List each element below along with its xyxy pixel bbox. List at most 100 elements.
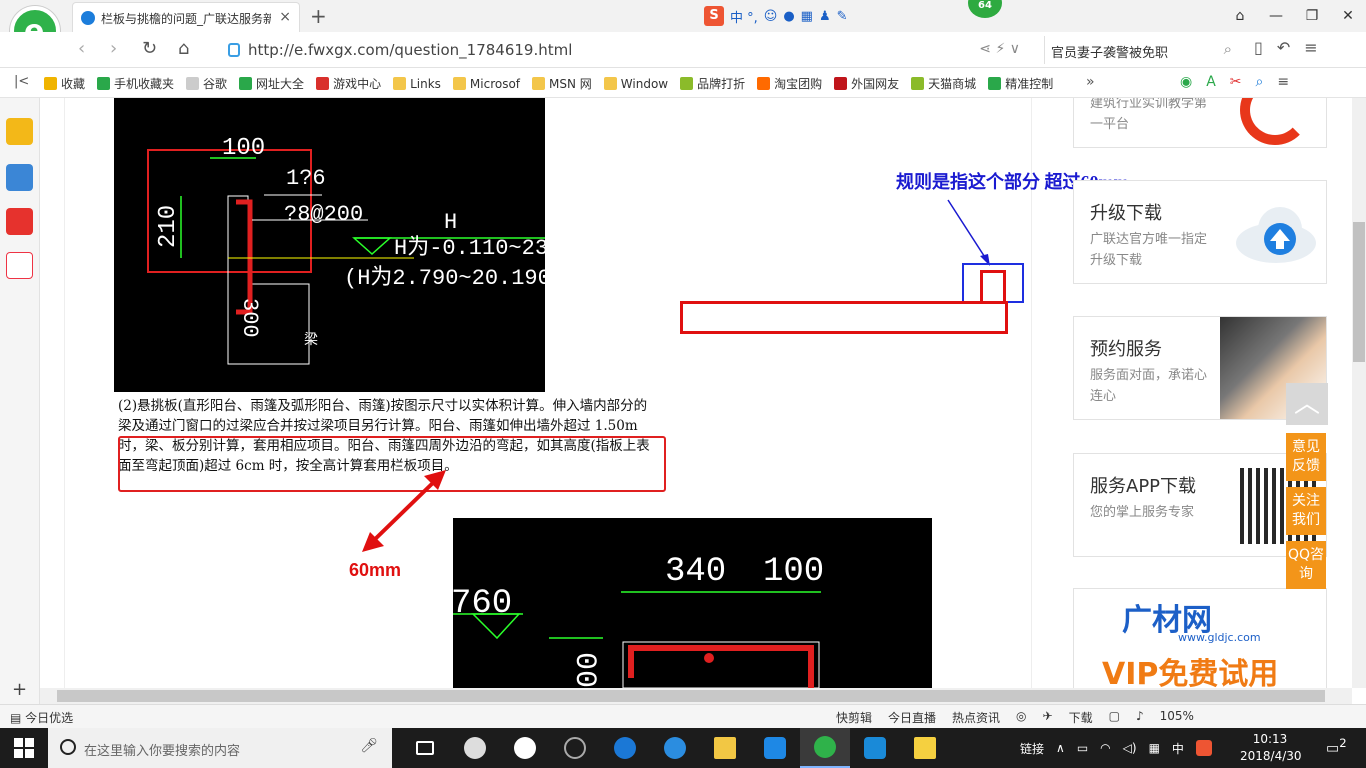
bookmark-item[interactable]: 精准控制 bbox=[988, 75, 1053, 92]
weibo-icon[interactable] bbox=[6, 208, 33, 235]
bookmark-item[interactable]: 谷歌 bbox=[186, 75, 227, 92]
url-text[interactable]: http://e.fwxgx.com/question_1784619.html bbox=[248, 41, 572, 59]
tray-expand-icon[interactable]: ∧ bbox=[1056, 741, 1065, 755]
bookmark-icon bbox=[97, 77, 111, 90]
fan-app-icon[interactable] bbox=[450, 728, 500, 768]
plus-app-icon[interactable] bbox=[850, 728, 900, 768]
bookmark-item[interactable]: MSN 网 bbox=[532, 75, 592, 92]
bookmark-item[interactable]: 网址大全 bbox=[239, 75, 304, 92]
forward-button[interactable]: › bbox=[110, 38, 117, 59]
ad-gldjc[interactable]: 广材网 www.gldjc.com VIP免费试用 bbox=[1073, 588, 1327, 688]
wifi-icon[interactable]: ◠ bbox=[1100, 741, 1110, 755]
notification-center-icon[interactable]: ▭2 bbox=[1326, 736, 1347, 757]
file-explorer-icon[interactable] bbox=[700, 728, 750, 768]
address-bar[interactable]: http://e.fwxgx.com/question_1784619.html… bbox=[220, 36, 1040, 64]
sogou-ime-toolbar[interactable]: S 中 °, ☺ ● ▦ ♟ ✎ bbox=[704, 6, 848, 26]
add-sidebar-icon[interactable]: + bbox=[12, 679, 27, 700]
tools-icon[interactable]: ▢ bbox=[1109, 709, 1120, 726]
battery-icon[interactable]: ▭ bbox=[1077, 741, 1088, 755]
close-button[interactable]: ✕ bbox=[1330, 0, 1366, 32]
horizontal-scroll-thumb[interactable] bbox=[57, 690, 1325, 702]
minimize-button[interactable]: — bbox=[1258, 0, 1294, 32]
news-link[interactable]: 热点资讯 bbox=[952, 709, 1000, 726]
taskbar-search[interactable]: 在这里输入你要搜索的内容 🎤︎ bbox=[48, 728, 392, 768]
menu-lines-icon[interactable]: ≡ bbox=[1277, 74, 1289, 90]
download-button[interactable]: 下载 bbox=[1069, 709, 1093, 726]
score-badge[interactable]: 64 bbox=[968, 0, 1002, 18]
mail-icon[interactable] bbox=[6, 252, 33, 279]
card-training[interactable]: 建筑行业实训教学第一平台 bbox=[1073, 98, 1327, 148]
keyboard-tray-icon[interactable]: ▦ bbox=[1149, 741, 1160, 755]
browser-tab[interactable]: 栏板与挑檐的问题_广联达服务新 × bbox=[72, 2, 300, 32]
translate-extension-icon[interactable]: A bbox=[1206, 74, 1216, 90]
edge-icon[interactable] bbox=[600, 728, 650, 768]
swirl-app-icon[interactable] bbox=[550, 728, 600, 768]
reading-list-icon[interactable] bbox=[6, 164, 33, 191]
vertical-scrollbar[interactable] bbox=[1352, 98, 1366, 688]
ime-indicator[interactable]: 中 bbox=[1172, 740, 1184, 757]
bookmark-item[interactable]: 淘宝团购 bbox=[757, 75, 822, 92]
live-link[interactable]: 今日直播 bbox=[888, 709, 936, 726]
windows-start-icon[interactable] bbox=[14, 738, 34, 758]
address-tools[interactable]: ⋖ ⚡ ∨ bbox=[979, 41, 1020, 57]
microphone-icon[interactable]: 🎤︎ bbox=[360, 738, 378, 754]
feedback-button[interactable]: 意见反馈 bbox=[1286, 433, 1326, 481]
volume-tray-icon[interactable]: ◁) bbox=[1123, 741, 1137, 755]
volume-icon[interactable]: ♪ bbox=[1136, 709, 1144, 726]
bookmark-label: 手机收藏夹 bbox=[114, 77, 175, 91]
sogou-tray-icon[interactable] bbox=[1195, 740, 1212, 756]
bookmark-item[interactable]: Microsof bbox=[452, 75, 520, 92]
bookmark-item[interactable]: Links bbox=[393, 75, 441, 92]
ie-like-browser-icon[interactable] bbox=[500, 728, 550, 768]
favorites-star-icon[interactable] bbox=[6, 118, 33, 145]
browser-active-icon[interactable] bbox=[800, 728, 850, 768]
follow-us-button[interactable]: 关注我们 bbox=[1286, 487, 1326, 535]
g-app-icon[interactable] bbox=[750, 728, 800, 768]
mobile-icon[interactable]: ▯ bbox=[1254, 38, 1263, 57]
skin-button[interactable]: ⌂ bbox=[1222, 0, 1258, 32]
reload-button[interactable]: ↻ bbox=[142, 38, 157, 59]
qq-consult-button[interactable]: QQ咨询 bbox=[1286, 541, 1326, 589]
tray-links[interactable]: 链接 bbox=[1020, 740, 1044, 757]
bookmark-item[interactable]: 品牌打折 bbox=[680, 75, 745, 92]
bookmark-label: Window bbox=[620, 76, 669, 91]
back-button[interactable]: ‹ bbox=[78, 38, 85, 59]
clock[interactable]: 10:13 2018/4/30 bbox=[1240, 731, 1302, 765]
magnifier-extension-icon[interactable]: ⌕ bbox=[1256, 74, 1264, 90]
notes-app-icon[interactable] bbox=[900, 728, 950, 768]
search-box[interactable]: 官员妻子袭警被免职 ⌕ bbox=[1044, 36, 1240, 64]
shield-extension-icon[interactable]: ◉ bbox=[1180, 74, 1192, 90]
emoji-icon[interactable]: ☺ bbox=[764, 9, 778, 24]
mic-icon[interactable]: ● bbox=[783, 9, 794, 24]
sidebar-toggle-icon[interactable]: |< bbox=[14, 74, 29, 89]
vertical-scroll-thumb[interactable] bbox=[1353, 222, 1365, 362]
new-tab-button[interactable]: + bbox=[310, 4, 327, 28]
task-view-icon[interactable] bbox=[400, 728, 450, 768]
bookmark-item[interactable]: 手机收藏夹 bbox=[97, 75, 174, 92]
search-icon[interactable]: ⌕ bbox=[1224, 40, 1232, 58]
bookmark-item[interactable]: 天猫商城 bbox=[911, 75, 976, 92]
toggle-icon[interactable]: ✈ bbox=[1043, 709, 1053, 726]
search-query[interactable]: 官员妻子袭警被免职 bbox=[1051, 42, 1168, 61]
bookmark-item[interactable]: 收藏 bbox=[44, 75, 85, 92]
scissors-icon[interactable]: ✂ bbox=[1230, 74, 1242, 90]
keyboard-icon[interactable]: ▦ bbox=[801, 9, 813, 24]
card-upgrade-download[interactable]: 升级下载 广联达官方唯一指定升级下载 bbox=[1073, 180, 1327, 284]
daily-picks-link[interactable]: ▤ 今日优选 bbox=[10, 709, 73, 726]
tools-icon[interactable]: ✎ bbox=[837, 9, 848, 24]
zoom-level[interactable]: 105% bbox=[1160, 709, 1194, 726]
bookmark-item[interactable]: 外国网友 bbox=[834, 75, 899, 92]
bookmark-item[interactable]: 游戏中心 bbox=[316, 75, 381, 92]
speed-icon[interactable]: ◎ bbox=[1016, 709, 1026, 726]
maximize-button[interactable]: ❐ bbox=[1294, 0, 1330, 32]
skin-icon[interactable]: ♟ bbox=[819, 9, 831, 24]
internet-explorer-icon[interactable] bbox=[650, 728, 700, 768]
bookmark-item[interactable]: Window bbox=[603, 75, 669, 92]
undo-icon[interactable]: ↶ bbox=[1277, 38, 1290, 57]
home-button[interactable]: ⌂ bbox=[178, 38, 189, 59]
tab-close-icon[interactable]: × bbox=[279, 9, 291, 25]
bookmarks-more[interactable]: » bbox=[1086, 74, 1095, 90]
back-to-top-button[interactable]: ︿ bbox=[1286, 383, 1328, 425]
quick-edit-link[interactable]: 快剪辑 bbox=[836, 709, 872, 726]
menu-icon[interactable]: ≡ bbox=[1304, 38, 1317, 57]
